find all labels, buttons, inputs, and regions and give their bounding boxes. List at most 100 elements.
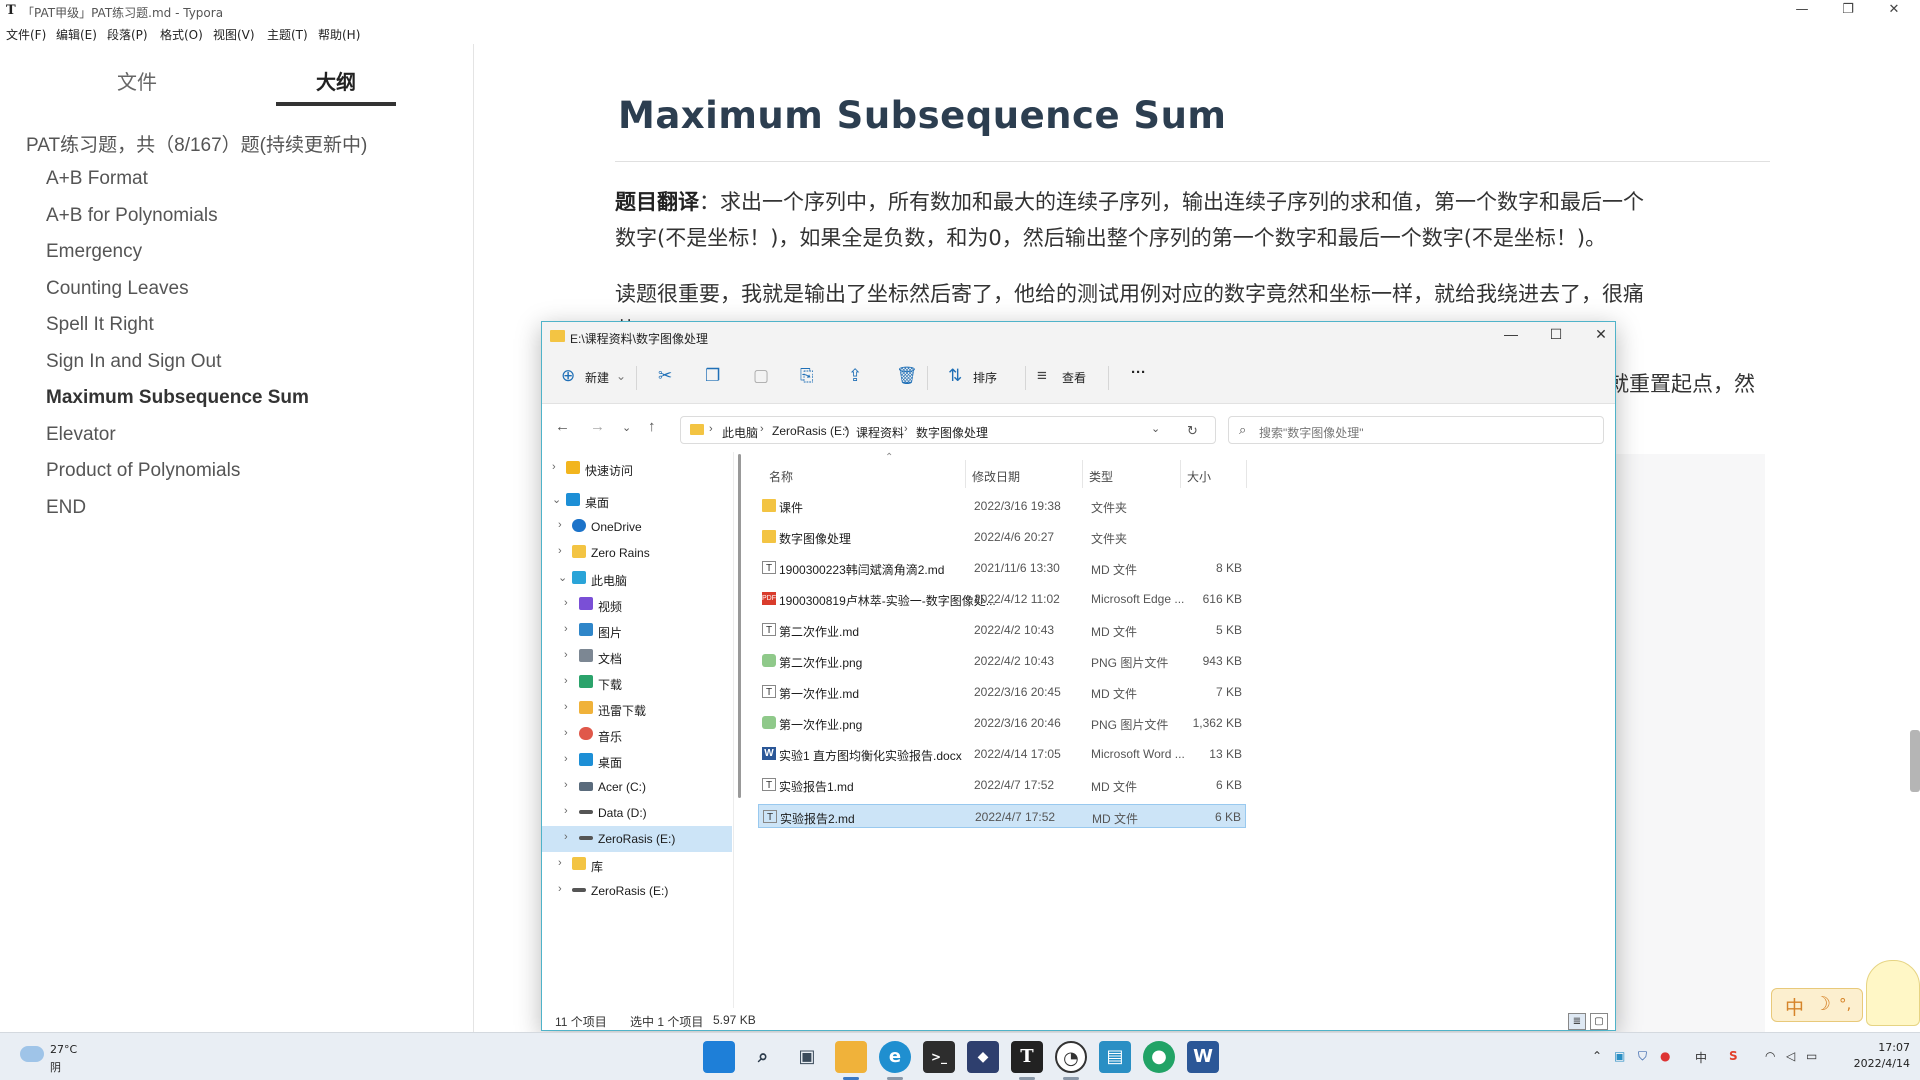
system-clock[interactable]: 17:07 2022/4/14 [1854, 1040, 1910, 1072]
delete-icon[interactable]: 🗑 [896, 366, 918, 386]
app-icon[interactable]: ◆ [967, 1041, 999, 1073]
file-row[interactable]: 数字图像处理 2022/4/6 20:27 文件夹 [758, 525, 1246, 549]
file-explorer-icon[interactable] [835, 1041, 867, 1073]
file-row[interactable]: T 第二次作业.md 2022/4/2 10:43 MD 文件 5 KB [758, 618, 1246, 642]
file-row[interactable]: T 第一次作业.md 2022/3/16 20:45 MD 文件 7 KB [758, 680, 1246, 704]
wifi-icon[interactable]: ◠ [1765, 1049, 1775, 1063]
nav-drive-e-2[interactable]: › ZeroRasis (E:) [542, 878, 732, 904]
nav-quick-access[interactable]: › 快速访问 [542, 456, 732, 482]
outline-item[interactable]: Counting Leaves [46, 278, 189, 300]
column-divider[interactable] [965, 460, 966, 488]
outline-item[interactable]: A+B Format [46, 168, 148, 190]
battery-icon[interactable]: ▭ [1806, 1049, 1817, 1063]
ime-indicator[interactable]: 中 [1695, 1049, 1707, 1066]
nav-pictures[interactable]: › 图片 [542, 618, 732, 644]
rename-icon[interactable]: ⎘ [800, 366, 814, 386]
nav-documents[interactable]: › 文档 [542, 644, 732, 670]
file-row[interactable]: 课件 2022/3/16 19:38 文件夹 [758, 494, 1246, 518]
file-row[interactable]: 第二次作业.png 2022/4/2 10:43 PNG 图片文件 943 KB [758, 649, 1246, 673]
file-row[interactable]: T 1900300223韩闫斌滴角滴2.md 2021/11/6 13:30 M… [758, 556, 1246, 580]
breadcrumb-this-pc[interactable]: 此电脑 [722, 424, 758, 441]
explorer-maximize-button[interactable]: ☐ [1541, 326, 1571, 343]
nav-drive-e[interactable]: › ZeroRasis (E:) [542, 826, 732, 852]
menu-format[interactable]: 格式(O) [160, 26, 203, 43]
view-button[interactable]: 查看 [1062, 369, 1086, 386]
edge-icon[interactable]: e [879, 1041, 911, 1073]
task-view-icon[interactable]: ▣ [791, 1041, 823, 1073]
nav-desktop-2[interactable]: › 桌面 [542, 748, 732, 774]
details-view-icon[interactable]: ≣ [1568, 1013, 1586, 1030]
editor-scrollbar-thumb[interactable] [1910, 730, 1920, 792]
start-button[interactable] [703, 1041, 735, 1073]
outline-item[interactable]: A+B for Polynomials [46, 205, 218, 227]
outline-item[interactable]: Emergency [46, 241, 142, 263]
nav-downloads[interactable]: › 下载 [542, 670, 732, 696]
restore-button[interactable]: ❐ [1825, 0, 1871, 22]
clock-app-icon[interactable]: ◔ [1055, 1041, 1087, 1073]
typora-icon[interactable]: T [1011, 1041, 1043, 1073]
tray-chevron-icon[interactable]: ⌃ [1592, 1049, 1602, 1063]
file-row-selected[interactable]: T 实验报告2.md 2022/4/7 17:52 MD 文件 6 KB [758, 804, 1246, 828]
forward-arrow-icon[interactable]: → [590, 418, 605, 435]
column-divider[interactable] [1246, 460, 1247, 488]
ime-toolbar[interactable]: 中 ☽ °, [1771, 988, 1863, 1022]
menu-file[interactable]: 文件(F) [6, 26, 46, 43]
outline-item[interactable]: Product of Polynomials [46, 460, 240, 482]
outline-item[interactable]: Sign In and Sign Out [46, 351, 221, 373]
up-arrow-icon[interactable]: ↑ [648, 418, 656, 435]
code-block[interactable] [1615, 454, 1765, 1032]
outline-item-active[interactable]: Maximum Subsequence Sum [46, 387, 309, 409]
column-name[interactable]: 名称 [769, 468, 793, 485]
copy-icon[interactable]: ❐ [705, 366, 720, 386]
menu-theme[interactable]: 主题(T) [267, 26, 308, 43]
sort-button[interactable]: 排序 [973, 369, 997, 386]
address-dropdown-icon[interactable]: ⌄ [1151, 422, 1160, 435]
nav-scrollbar[interactable] [738, 454, 741, 798]
column-size[interactable]: 大小 [1187, 468, 1211, 485]
file-row[interactable]: PDF 1900300819卢林萃-实验一-数字图像处... 2022/4/12… [758, 587, 1246, 611]
word-icon[interactable]: W [1187, 1041, 1219, 1073]
ime-language[interactable]: 中 [1785, 993, 1804, 1020]
new-button[interactable]: 新建 [585, 369, 609, 386]
menu-edit[interactable]: 编辑(E) [56, 26, 97, 43]
search-icon[interactable]: ⌕ [747, 1041, 779, 1073]
tiles-view-icon[interactable]: ▢ [1590, 1013, 1608, 1030]
screenshot-app-icon[interactable]: ▤ [1099, 1041, 1131, 1073]
nav-drive-c[interactable]: › Acer (C:) [542, 774, 732, 800]
sogou-icon[interactable]: S [1729, 1049, 1738, 1063]
nav-library[interactable]: › 库 [542, 852, 732, 878]
volume-icon[interactable]: ◁ [1786, 1049, 1795, 1063]
file-row[interactable]: W 实验1 直方图均衡化实验报告.docx 2022/4/14 17:05 Mi… [758, 742, 1246, 766]
breadcrumb-current[interactable]: 数字图像处理 [916, 424, 988, 441]
pycharm-icon[interactable]: ● [1143, 1041, 1175, 1073]
menu-help[interactable]: 帮助(H) [318, 26, 360, 43]
qq-icon[interactable]: ● [1660, 1049, 1670, 1063]
menu-view[interactable]: 视图(V) [213, 26, 255, 43]
menu-paragraph[interactable]: 段落(P) [107, 26, 148, 43]
cut-icon[interactable]: ✂ [658, 366, 672, 386]
close-button[interactable]: ✕ [1871, 0, 1917, 22]
breadcrumb-drive[interactable]: ZeroRasis (E:) [772, 424, 849, 438]
nav-onedrive[interactable]: › OneDrive [542, 514, 732, 540]
minimize-button[interactable]: — [1779, 0, 1825, 22]
column-type[interactable]: 类型 [1089, 468, 1113, 485]
tray-app-icon[interactable]: ▣ [1614, 1049, 1625, 1063]
moon-icon[interactable]: ☽ [1814, 993, 1831, 1015]
file-row[interactable]: 第一次作业.png 2022/3/16 20:46 PNG 图片文件 1,362… [758, 711, 1246, 735]
tab-files[interactable]: 文件 [77, 66, 197, 95]
terminal-icon[interactable]: >_ [923, 1041, 955, 1073]
nav-desktop[interactable]: ⌄ 桌面 [542, 488, 732, 514]
breadcrumb-course[interactable]: 课程资料 [856, 424, 904, 441]
refresh-icon[interactable]: ↻ [1187, 423, 1198, 439]
outline-item[interactable]: END [46, 497, 86, 519]
nav-xunlei[interactable]: › 迅雷下载 [542, 696, 732, 722]
nav-this-pc[interactable]: ⌄ 此电脑 [542, 566, 732, 592]
explorer-minimize-button[interactable]: — [1496, 326, 1526, 342]
paste-icon[interactable]: ▢ [753, 366, 769, 386]
nav-drive-d[interactable]: › Data (D:) [542, 800, 732, 826]
explorer-close-button[interactable]: ✕ [1586, 326, 1615, 343]
search-input[interactable]: ⌕ 搜索"数字图像处理" [1228, 416, 1604, 444]
address-bar[interactable]: › 此电脑 › ZeroRasis (E:) › 课程资料 › 数字图像处理 ›… [680, 416, 1216, 444]
punctuation-icon[interactable]: °, [1839, 995, 1851, 1013]
share-icon[interactable]: ⇪ [848, 366, 862, 386]
